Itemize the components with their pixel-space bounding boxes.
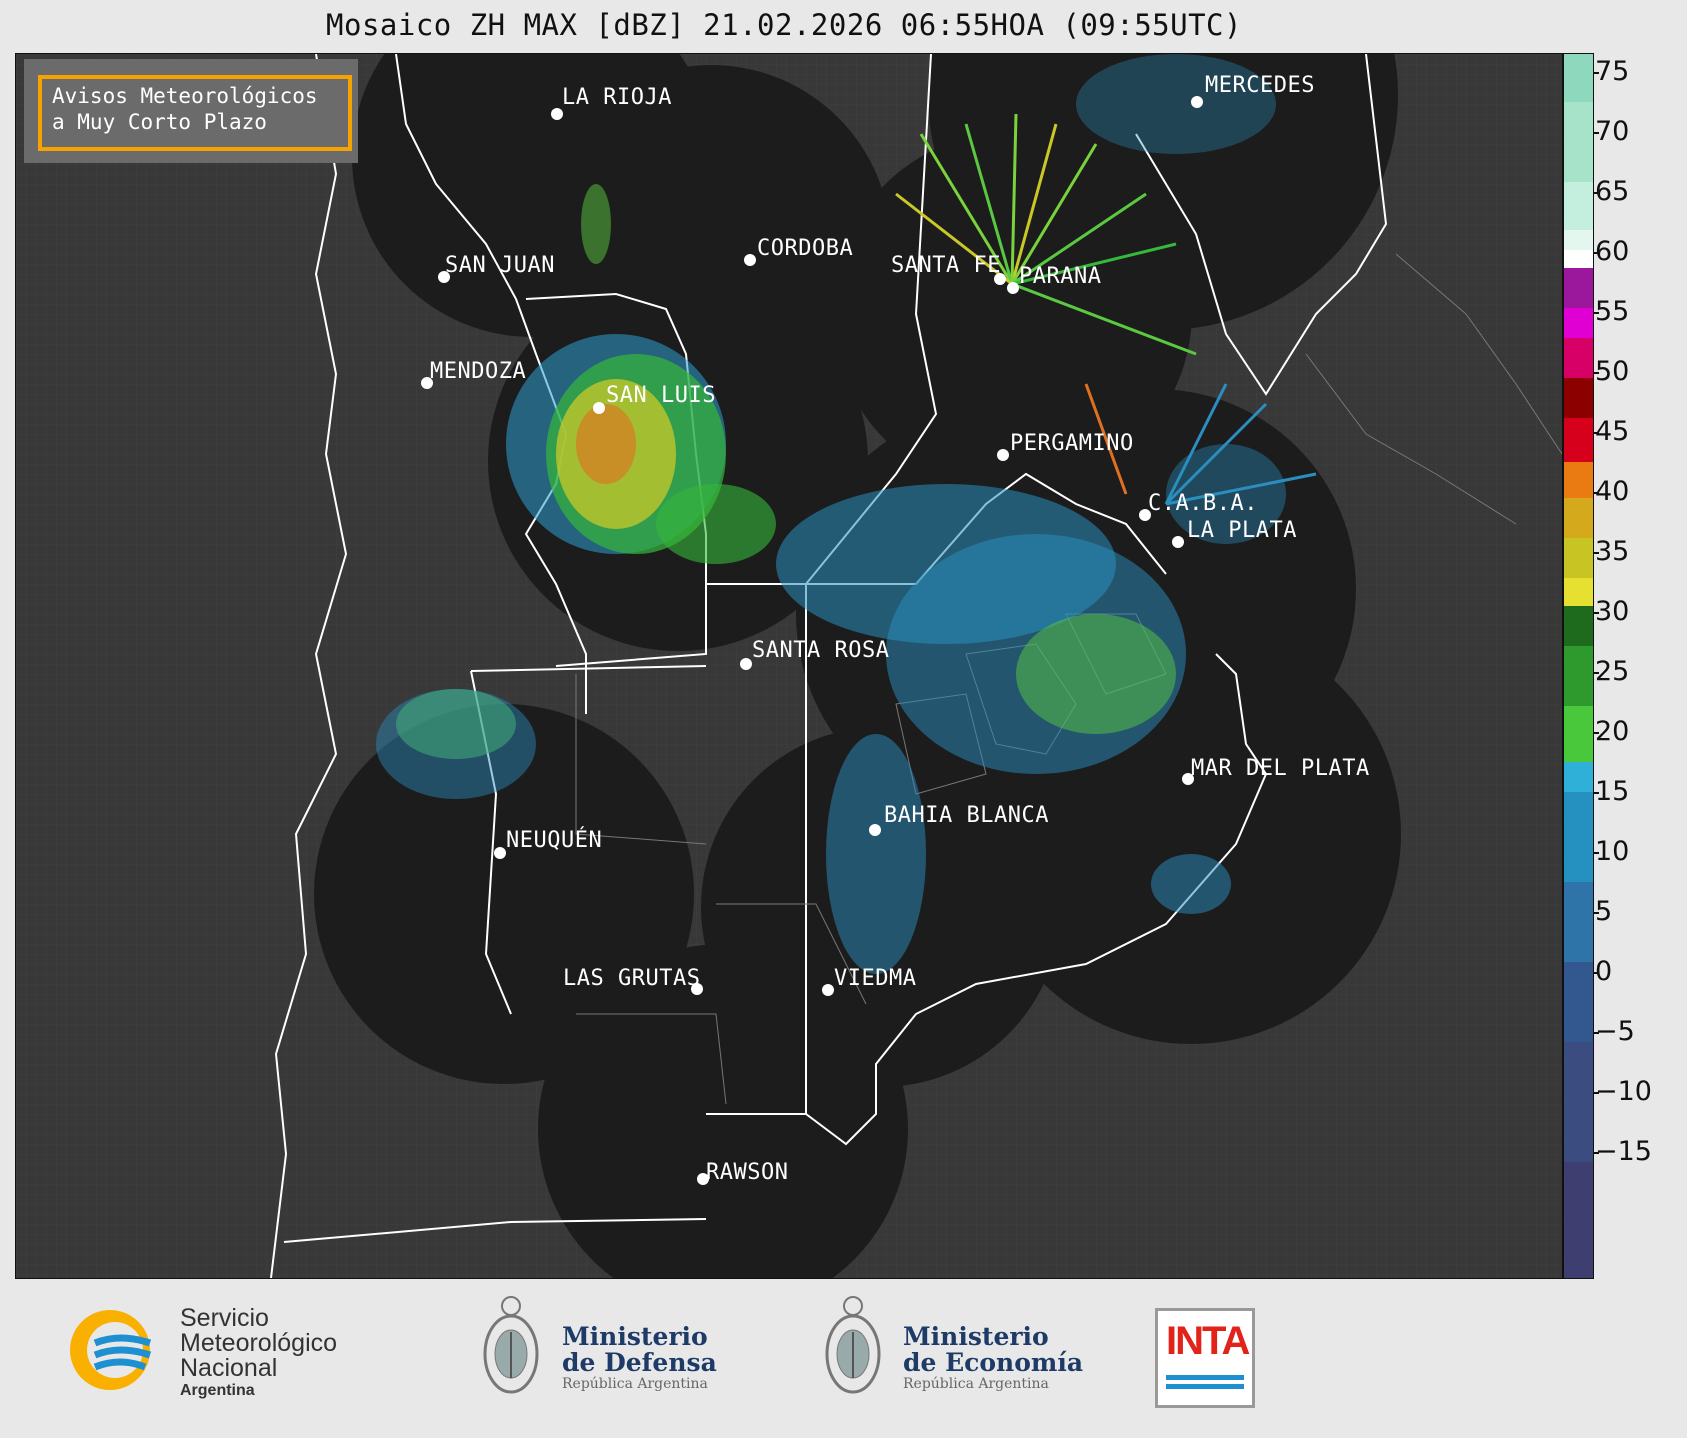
colorbar-tick-mark [1593,492,1599,494]
city-label: LAS GRUTAS [563,966,701,991]
colorbar-tick-mark [1593,912,1599,914]
radar-map[interactable]: Avisos Meteorológicos a Muy Corto Plazo … [15,53,1563,1279]
colorbar-tick-mark [1593,132,1599,134]
city-label: RAWSON [706,1160,789,1185]
city-label: MERCEDES [1205,73,1315,98]
city-label: C.A.B.A. [1148,491,1258,516]
city-label: LA RIOJA [562,85,672,110]
city-marker[interactable] [997,449,1009,461]
colorbar-tick-label: 70 [1595,116,1630,147]
inta-logo-text: INTA [1166,1319,1250,1363]
city-label: VIEDMA [834,966,917,991]
colorbar-tick-label: 20 [1595,716,1630,747]
defensa-line-1: Ministerio [562,1322,708,1351]
economia-line-2: de Economía [903,1348,1084,1377]
colorbar-svg [1564,54,1593,1278]
city-label: NEUQUÉN [506,828,603,853]
notice-frame: Avisos Meteorológicos a Muy Corto Plazo [38,75,352,151]
colorbar-tick-label: 15 [1595,776,1630,807]
colorbar-tick-label: 75 [1595,56,1630,87]
colorbar-tick-mark [1593,552,1599,554]
city-marker[interactable] [822,984,834,996]
city-marker[interactable] [869,824,881,836]
smn-line-4: Argentina [180,1382,255,1399]
colorbar-tick-mark [1593,672,1599,674]
city-label: SAN LUIS [606,383,716,408]
colorbar-tick-mark [1593,72,1599,74]
city-label: SAN JUAN [445,253,555,278]
colorbar-tick-label: 30 [1595,596,1630,627]
inta-logo: INTA [1155,1308,1255,1408]
colorbar-tick-label: 25 [1595,656,1630,687]
colorbar-tick-mark [1593,252,1599,254]
city-marker[interactable] [494,847,506,859]
smn-line-3: Nacional [180,1354,278,1382]
colorbar-tick-label: 40 [1595,476,1630,507]
notice-box: Avisos Meteorológicos a Muy Corto Plazo [24,59,358,163]
colorbar-tick-mark [1593,192,1599,194]
defensa-logo-text: Ministerio de Defensa República Argentin… [562,1322,717,1393]
colorbar-tick-label: 50 [1595,356,1630,387]
colorbar-tick-label: −5 [1595,1016,1635,1047]
smn-logo-icon [70,1310,152,1390]
colorbar-tick-label: 55 [1595,296,1630,327]
colorbar-tick-mark [1593,612,1599,614]
city-marker[interactable] [1172,536,1184,548]
economia-logo-text: Ministerio de Economía República Argenti… [903,1322,1084,1393]
city-label: PERGAMINO [1010,431,1134,456]
colorbar-tick-label: −10 [1595,1076,1652,1107]
colorbar-tick-mark [1593,432,1599,434]
colorbar [1563,53,1594,1279]
smn-line-2: Meteorológico [180,1329,338,1357]
notice-line-2: a Muy Corto Plazo [52,110,267,134]
colorbar-tick-label: 60 [1595,236,1630,267]
city-label: CORDOBA [757,236,854,261]
city-marker[interactable] [744,254,756,266]
colorbar-tick-mark [1593,792,1599,794]
colorbar-tick-mark [1593,1092,1599,1094]
defensa-line-3: República Argentina [562,1376,708,1392]
map-title: Mosaico ZH MAX [dBZ] 21.02.2026 06:55HOA… [326,8,1242,42]
colorbar-tick-label: 35 [1595,536,1630,567]
colorbar-tick-label: −15 [1595,1136,1652,1167]
city-marker[interactable] [1007,282,1019,294]
colorbar-tick-mark [1593,372,1599,374]
smn-logo-text: Servicio Meteorológico Nacional Argentin… [180,1306,337,1401]
coat-of-arms-icon [483,1296,539,1394]
city-label: SANTA FE [891,253,1001,278]
city-label: MENDOZA [430,359,527,384]
economia-line-1: Ministerio [903,1322,1049,1351]
colorbar-tick-mark [1593,852,1599,854]
city-marker[interactable] [1191,96,1203,108]
colorbar-tick-label: 65 [1595,176,1630,207]
colorbar-tick-mark [1593,972,1599,974]
city-label: LA PLATA [1187,518,1297,543]
city-label: PARANA [1019,264,1102,289]
economia-line-3: República Argentina [903,1376,1049,1392]
colorbar-tick-label: 45 [1595,416,1630,447]
coat-of-arms-icon [825,1296,881,1394]
city-marker[interactable] [740,658,752,670]
colorbar-tick-label: 10 [1595,836,1630,867]
notice-line-1: Avisos Meteorológicos [52,84,318,108]
colorbar-tick-mark [1593,312,1599,314]
colorbar-tick-mark [1593,1152,1599,1154]
colorbar-tick-mark [1593,732,1599,734]
defensa-line-2: de Defensa [562,1348,717,1377]
city-label: BAHIA BLANCA [884,803,1049,828]
footer-logos: Servicio Meteorológico Nacional Argentin… [0,1280,1687,1438]
smn-line-1: Servicio [180,1304,269,1332]
city-marker[interactable] [593,402,605,414]
colorbar-tick-mark [1593,1032,1599,1034]
city-label: SANTA ROSA [752,638,890,663]
city-label: MAR DEL PLATA [1191,756,1370,781]
